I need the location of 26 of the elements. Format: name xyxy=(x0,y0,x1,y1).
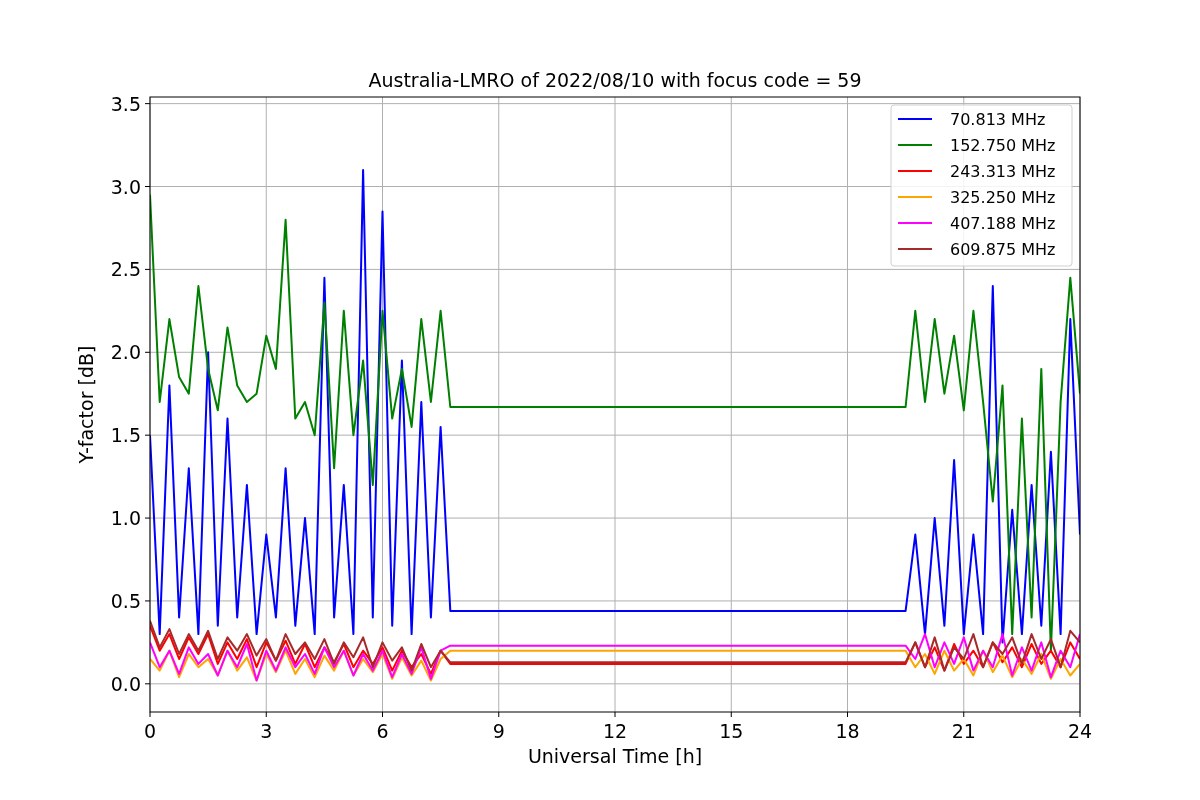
legend-label: 70.813 MHz xyxy=(950,110,1046,129)
tick-label: 1.0 xyxy=(110,507,141,530)
tick-label: 1.5 xyxy=(110,424,141,447)
legend-label: 609.875 MHz xyxy=(950,240,1056,259)
tick-label: 3.5 xyxy=(110,92,141,115)
tick-label: 2.0 xyxy=(110,341,141,364)
tick-label: 9 xyxy=(492,720,505,742)
tick-label: 6 xyxy=(376,720,389,742)
tick-label: 3.0 xyxy=(110,175,141,198)
tick-label: 2.5 xyxy=(110,258,141,281)
tick-label: 24 xyxy=(1067,720,1093,742)
tick-label: 3 xyxy=(260,720,273,742)
legend-label: 407.188 MHz xyxy=(950,214,1056,233)
legend-label: 243.313 MHz xyxy=(950,162,1056,181)
tick-label: 21 xyxy=(951,720,976,742)
tick-label: 15 xyxy=(719,720,744,742)
tick-label: 18 xyxy=(835,720,860,742)
tick-label: 0 xyxy=(143,720,157,742)
tick-label: 12 xyxy=(602,720,628,742)
legend-label: 152.750 MHz xyxy=(950,136,1056,155)
legend-label: 325.250 MHz xyxy=(950,188,1056,207)
tick-label: 0.5 xyxy=(110,589,141,612)
x-axis-label: Universal Time [h] xyxy=(527,745,703,767)
tick-label: 0.0 xyxy=(110,672,141,695)
chart-title: Australia-LMRO of 2022/08/10 with focus code = 59 xyxy=(368,69,862,91)
y-axis-label: Y-factor [dB] xyxy=(75,345,97,464)
